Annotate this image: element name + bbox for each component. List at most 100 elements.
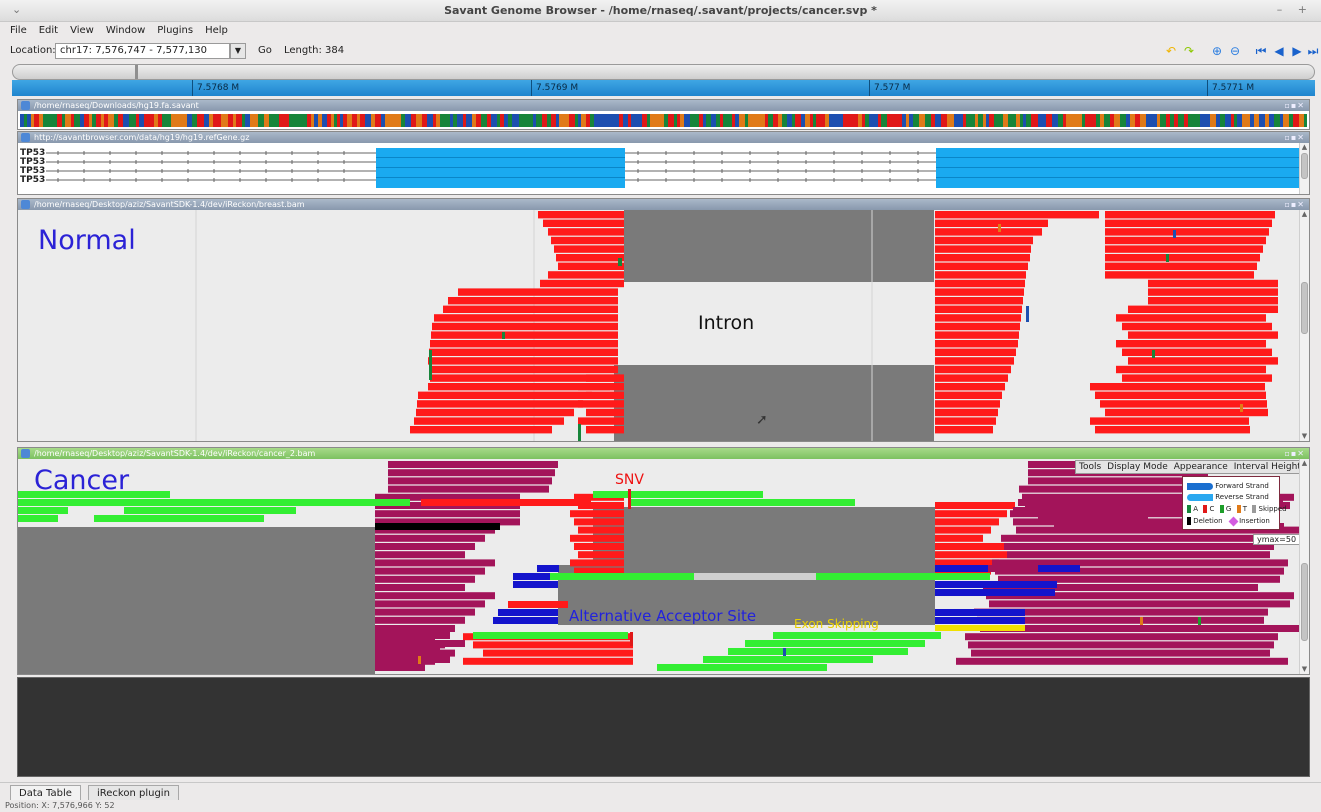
pan-left-icon[interactable]: ◀ — [1271, 43, 1287, 59]
mismatch-mark — [998, 224, 1001, 232]
track-window-controls[interactable]: ▫▪✕ — [1284, 132, 1305, 143]
scroll-thumb[interactable] — [1301, 563, 1308, 641]
tab-data-table[interactable]: Data Table — [10, 785, 81, 801]
nucleotide-base — [606, 114, 610, 127]
nucleotide-base — [340, 114, 343, 127]
menu-tools[interactable]: Tools — [1076, 461, 1104, 472]
menu-display-mode[interactable]: Display Mode — [1104, 461, 1171, 472]
read-bar — [554, 245, 624, 253]
nucleotide-base — [96, 114, 101, 127]
read-bar — [558, 262, 624, 270]
read-bar — [493, 617, 558, 624]
read-bar — [428, 357, 618, 365]
scroll-down-icon[interactable]: ▼ — [1300, 665, 1309, 674]
scroll-thumb[interactable] — [1301, 153, 1308, 179]
nucleotide-base — [760, 114, 765, 127]
nucleotide-base — [401, 114, 405, 127]
menu-file[interactable]: File — [0, 22, 30, 36]
tab-ireckon-plugin[interactable]: iReckon plugin — [88, 785, 179, 801]
read-bar — [935, 374, 1008, 382]
menu-plugins[interactable]: Plugins — [148, 22, 196, 36]
scroll-up-icon[interactable]: ▲ — [1300, 459, 1309, 468]
go-button[interactable]: Go — [258, 45, 272, 56]
mismatch-mark — [1140, 617, 1143, 625]
undo-icon[interactable]: ↶ — [1163, 43, 1179, 59]
read-bar — [935, 314, 1021, 322]
zoom-out-icon[interactable]: ⊖ — [1227, 43, 1243, 59]
read-bar — [429, 365, 618, 374]
read-bar — [703, 656, 873, 663]
read-bar — [570, 510, 624, 518]
menu-appearance[interactable]: Appearance — [1171, 461, 1231, 472]
nucleotide-base — [385, 114, 391, 127]
snv-annotation: SNV — [615, 472, 644, 488]
nucleotide-base — [469, 114, 472, 127]
nucleotide-base — [1130, 114, 1135, 127]
cancer-label: Cancer — [34, 465, 130, 496]
location-label: Location: — [10, 45, 56, 56]
nucleotide-base — [1289, 114, 1293, 127]
go-end-icon[interactable]: ⏭ — [1305, 43, 1321, 59]
nucleotide-base — [628, 114, 631, 127]
location-input[interactable]: chr17: 7,576,747 - 7,577,130 — [55, 43, 230, 59]
nucleotide-base — [875, 114, 878, 127]
nucleotide-base — [1225, 114, 1231, 127]
base-g-swatch — [1219, 505, 1224, 513]
read-bar — [1028, 477, 1208, 485]
zoom-in-icon[interactable]: ⊕ — [1209, 43, 1225, 59]
nucleotide-base — [637, 114, 642, 127]
legend-label: Forward Strand — [1215, 482, 1269, 490]
nucleotide-base — [457, 114, 463, 127]
window-controls[interactable]: – + — [1277, 3, 1313, 16]
read-bar — [1105, 236, 1266, 245]
menu-view[interactable]: View — [61, 22, 97, 36]
nucleotide-base — [371, 114, 375, 127]
nucleotide-base — [224, 114, 228, 127]
nucleotide-base — [318, 114, 322, 127]
read-bar — [1116, 365, 1266, 374]
nucleotide-base — [529, 114, 533, 127]
genome-overview-slider[interactable] — [12, 64, 1315, 80]
track-menu: Tools Display Mode Appearance Interval Heig… — [1075, 460, 1305, 474]
mismatch-mark — [1152, 350, 1155, 358]
go-start-icon[interactable]: ⏮ — [1253, 43, 1269, 59]
pan-right-icon[interactable]: ▶ — [1289, 43, 1305, 59]
base-c-swatch — [1203, 505, 1208, 513]
track-window-controls[interactable]: ▫▪✕ — [1284, 448, 1305, 459]
overview-position-marker[interactable] — [135, 65, 138, 79]
nucleotide-base — [216, 114, 221, 127]
legend-label: Skipped — [1258, 505, 1287, 513]
read-bar — [538, 211, 624, 219]
menu-interval-height[interactable]: Interval Height — [1231, 461, 1304, 472]
track-scrollbar[interactable]: ▲ ▼ — [1299, 459, 1309, 674]
ruler-tick: 7.5769 M — [531, 80, 578, 96]
nucleotide-base — [909, 114, 913, 127]
nucleotide-base — [578, 114, 581, 127]
nucleotide-base — [171, 114, 175, 127]
read-bar — [375, 640, 465, 647]
nucleotide-base — [1096, 114, 1100, 127]
track-scrollbar[interactable]: ▲ ▼ — [1299, 210, 1309, 441]
read-bar — [416, 408, 574, 417]
redo-icon[interactable]: ↷ — [1181, 43, 1197, 59]
track-scrollbar[interactable]: ▲ — [1299, 143, 1309, 194]
menu-help[interactable]: Help — [196, 22, 231, 36]
track-window-controls[interactable]: ▫▪✕ — [1284, 199, 1305, 210]
scroll-down-icon[interactable]: ▼ — [1300, 432, 1309, 441]
gene-label[interactable]: TP53 — [20, 176, 45, 185]
scroll-thumb[interactable] — [1301, 282, 1308, 334]
scroll-up-icon[interactable]: ▲ — [1300, 210, 1309, 219]
nucleotide-base — [894, 114, 899, 127]
scroll-up-icon[interactable]: ▲ — [1300, 143, 1309, 152]
ruler-tick: 7.577 M — [869, 80, 910, 96]
empty-track-area — [17, 677, 1310, 777]
nucleotide-base — [118, 114, 123, 127]
track-window-controls[interactable]: ▫▪✕ — [1284, 100, 1305, 111]
menu-edit[interactable]: Edit — [30, 22, 61, 36]
nucleotide-base — [869, 114, 875, 127]
nucleotide-base — [878, 114, 881, 127]
location-dropdown-button[interactable]: ▼ — [230, 43, 246, 59]
menu-window[interactable]: Window — [97, 22, 148, 36]
nucleotide-base — [660, 114, 664, 127]
read-bar — [578, 417, 624, 425]
